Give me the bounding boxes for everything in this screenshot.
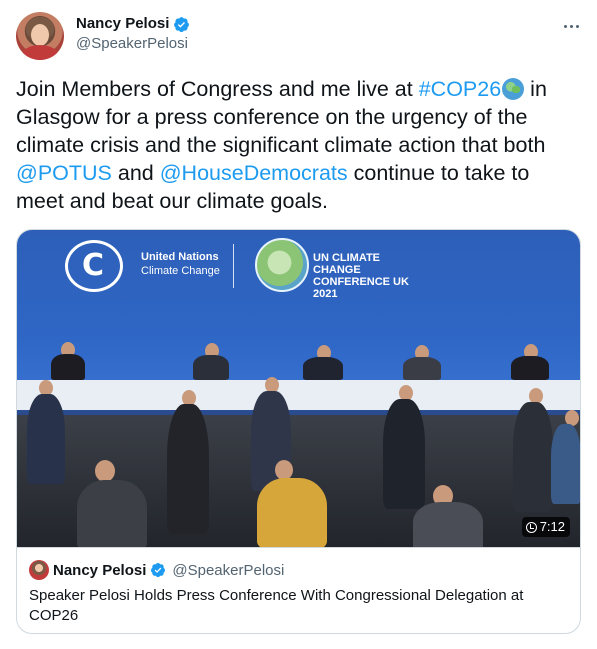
tweet-header: Nancy Pelosi @SpeakerPelosi [16, 12, 581, 62]
un-climate-logo [65, 240, 123, 292]
author-handle[interactable]: @SpeakerPelosi [76, 34, 190, 54]
stage-table [17, 380, 580, 410]
author-avatar[interactable] [16, 12, 64, 60]
tweet-text-part-1: Join Members of Congress and me live at [16, 77, 419, 101]
author-display-name[interactable]: Nancy Pelosi [76, 14, 190, 34]
card-author: Nancy Pelosi @SpeakerPelosi [29, 560, 570, 580]
video-card[interactable]: United Nations Climate Change UN CLIMATE… [16, 229, 581, 634]
cop26-globe-logo [255, 238, 309, 292]
verified-badge-icon [174, 16, 190, 32]
card-author-avatar [29, 560, 49, 580]
card-title: Speaker Pelosi Holds Press Conference Wi… [29, 587, 524, 624]
card-author-handle: @SpeakerPelosi [172, 561, 285, 579]
card-meta[interactable]: Nancy Pelosi @SpeakerPelosi Speaker Pelo… [17, 547, 580, 633]
mention-housedemocrats-link[interactable]: @HouseDemocrats [160, 161, 348, 185]
replay-icon [525, 521, 537, 533]
un-label-line-1: United Nations [141, 251, 219, 263]
mention-potus-link[interactable]: @POTUS [16, 161, 112, 185]
video-duration: 7:12 [539, 519, 565, 534]
banner-divider [233, 244, 234, 288]
card-verified-badge-icon [151, 563, 166, 578]
cop26-banner-label: UN CLIMATE CHANGE CONFERENCE UK 2021 [313, 252, 409, 300]
globe-emoji-icon [502, 78, 525, 100]
hashtag-cop26-link[interactable]: #COP26 [419, 77, 501, 101]
un-label-line-2: Climate Change [141, 265, 220, 277]
video-thumbnail[interactable]: United Nations Climate Change UN CLIMATE… [17, 230, 580, 547]
author-display-name-text[interactable]: Nancy Pelosi [76, 14, 169, 34]
un-climate-label: United Nations Climate Change [141, 250, 220, 278]
author-names[interactable]: Nancy Pelosi @SpeakerPelosi [76, 14, 190, 54]
tweet-text-part-3: and [111, 161, 160, 185]
video-duration-badge: 7:12 [521, 517, 570, 537]
tweet-text: Join Members of Congress and me live at … [16, 75, 582, 215]
card-author-name: Nancy Pelosi [53, 561, 147, 579]
more-options-icon[interactable] [561, 16, 581, 36]
